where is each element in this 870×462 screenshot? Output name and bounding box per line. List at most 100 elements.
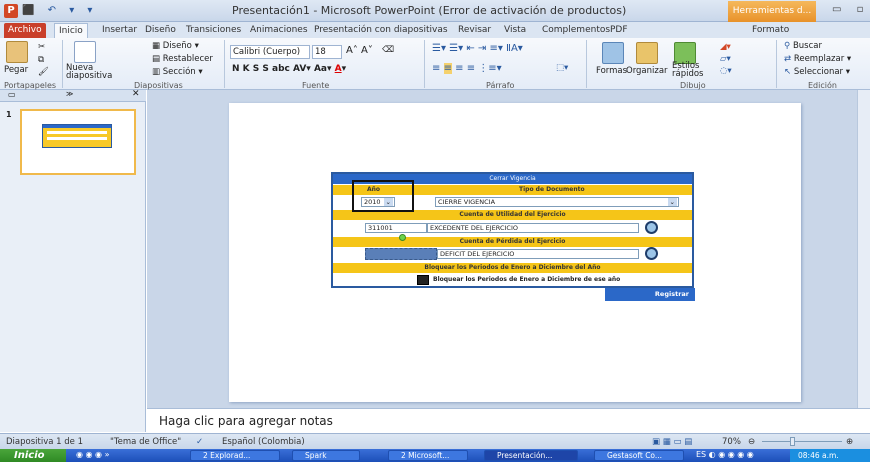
group-edicion: Edición bbox=[808, 81, 837, 90]
selected-shape[interactable] bbox=[365, 248, 437, 260]
profit-account-name[interactable]: EXCEDENTE DEL EJERCICIO bbox=[427, 223, 639, 233]
taskbar: Inicio ◉ ◉ ◉ » 2 Explorad... Spark 2 Mic… bbox=[0, 449, 870, 462]
reset-icon: ▤ bbox=[152, 54, 163, 64]
start-button[interactable]: Inicio bbox=[0, 449, 66, 462]
effects-icon[interactable]: ◌▾ bbox=[720, 66, 732, 76]
tab-insertar[interactable]: Insertar bbox=[102, 23, 137, 38]
language[interactable]: Español (Colombia) bbox=[222, 437, 305, 447]
slides-tab-icon[interactable]: ▭ bbox=[8, 90, 16, 99]
tab-archivo[interactable]: Archivo bbox=[4, 23, 46, 38]
group-dibujo: Dibujo bbox=[680, 81, 706, 90]
select-button[interactable]: ↖ Seleccionar ▾ bbox=[784, 67, 850, 77]
format-painter-icon[interactable]: 🖌 bbox=[38, 67, 49, 77]
outline-tab-icon[interactable]: ≫ bbox=[66, 90, 73, 98]
quick-access-toolbar[interactable]: ⬛ ↶ ▾ ▾ bbox=[22, 5, 97, 16]
search-loss-account-icon[interactable] bbox=[645, 247, 658, 260]
new-slide-icon[interactable] bbox=[74, 41, 96, 63]
close-icon[interactable]: ✕ bbox=[132, 89, 140, 99]
status-bar: Diapositiva 1 de 1 "Tema de Office" ✓ Es… bbox=[0, 433, 870, 449]
zoom-level[interactable]: 70% bbox=[722, 437, 741, 447]
tab-transiciones[interactable]: Transiciones bbox=[186, 23, 241, 38]
list-buttons[interactable]: ☰▾ ☰▾ ⇤ ⇥ ≡▾ ⅡA▾ bbox=[432, 43, 523, 54]
slide-thumbnail[interactable] bbox=[20, 109, 136, 175]
tab-vista[interactable]: Vista bbox=[504, 23, 526, 38]
font-color-icon[interactable]: A bbox=[335, 64, 342, 74]
clear-format-icon[interactable]: ⌫ bbox=[382, 45, 394, 55]
zoom-out-icon[interactable]: ⊖ bbox=[748, 437, 755, 447]
zoom-slider[interactable] bbox=[762, 441, 842, 442]
doc-type-select[interactable]: CIERRE VIGENCIA ⌄ bbox=[435, 197, 679, 207]
font-size-combo[interactable]: 18 bbox=[312, 45, 342, 59]
layout-button[interactable]: ▦ Diseño ▾ bbox=[152, 41, 199, 51]
tray-icons[interactable]: ES ◐ ◉ ◉ ◉ ◉ bbox=[696, 450, 754, 459]
task-presentacion[interactable]: Presentación... bbox=[484, 450, 578, 461]
smartart-icon[interactable]: ⬚▾ bbox=[556, 63, 568, 73]
cursor-icon: ↖ bbox=[784, 67, 794, 77]
reset-button[interactable]: ▤ Restablecer bbox=[152, 54, 213, 64]
zoom-thumb[interactable] bbox=[790, 437, 795, 446]
profit-account-code[interactable]: 311001 bbox=[365, 223, 427, 233]
powerpoint-app-icon[interactable]: P bbox=[4, 4, 18, 18]
thumbnail-header bbox=[43, 125, 111, 128]
new-slide-button[interactable]: Nueva diapositiva bbox=[66, 64, 112, 81]
spellcheck-icon[interactable]: ✓ bbox=[196, 437, 203, 447]
find-button[interactable]: ⚲ Buscar bbox=[784, 41, 822, 51]
search-profit-account-icon[interactable] bbox=[645, 221, 658, 234]
zoom-in-icon[interactable]: ⊕ bbox=[846, 437, 853, 447]
shapes-icon[interactable] bbox=[602, 42, 624, 64]
replace-button[interactable]: ⇄ Reemplazar ▾ bbox=[784, 54, 851, 64]
arrange-icon[interactable] bbox=[636, 42, 658, 64]
window-controls[interactable]: ▭ ▫ bbox=[832, 4, 869, 15]
view-buttons[interactable]: ▣ ▦ ▭ ▤ bbox=[652, 437, 692, 447]
separator bbox=[586, 40, 587, 88]
fill-icon[interactable]: ◢▾ bbox=[720, 42, 731, 52]
format-buttons[interactable]: N K S S abc AV▾ Aa▾ A▾ bbox=[232, 64, 346, 74]
layout-icon: ▦ bbox=[152, 41, 163, 51]
group-diapositivas: Diapositivas bbox=[134, 81, 183, 90]
contextual-tab-title[interactable]: Herramientas d... bbox=[728, 1, 816, 22]
task-explorer[interactable]: 2 Explorad... bbox=[190, 450, 280, 461]
task-gestasoft[interactable]: Gestasoft Co... bbox=[594, 450, 684, 461]
lock-periods-bar: Bloquear los Periodos de Enero a Diciemb… bbox=[333, 263, 692, 273]
quick-styles-button[interactable]: Estilos rápidos bbox=[672, 62, 712, 79]
quick-launch-icons[interactable]: ◉ ◉ ◉ » bbox=[76, 450, 109, 459]
tab-complementos[interactable]: Complementos bbox=[542, 23, 610, 38]
paste-icon[interactable] bbox=[6, 41, 28, 63]
arrange-button[interactable]: Organizar bbox=[626, 66, 668, 76]
tab-inicio[interactable]: Inicio bbox=[54, 23, 88, 38]
align-left-active[interactable]: ≡ bbox=[443, 63, 452, 74]
theme-name[interactable]: "Tema de Office" bbox=[110, 437, 181, 447]
tab-presentacion[interactable]: Presentación con diapositivas bbox=[314, 23, 448, 38]
separator bbox=[424, 40, 425, 88]
clock[interactable]: 08:46 a.m. bbox=[798, 451, 839, 460]
notes-pane[interactable]: Haga clic para agregar notas bbox=[147, 408, 870, 433]
loss-account-name[interactable]: DEFICIT DEL EJERCICIO bbox=[437, 249, 639, 259]
replace-label: Reemplazar bbox=[793, 54, 845, 64]
outline-icon[interactable]: ▱▾ bbox=[720, 54, 731, 64]
font-name-combo[interactable]: Calibri (Cuerpo) bbox=[230, 45, 310, 59]
tab-formato[interactable]: Formato bbox=[752, 23, 789, 38]
tab-diseno[interactable]: Diseño bbox=[145, 23, 176, 38]
register-button[interactable]: Registrar bbox=[605, 288, 695, 301]
tab-animaciones[interactable]: Animaciones bbox=[250, 23, 308, 38]
vertical-scrollbar[interactable] bbox=[857, 90, 870, 408]
align-buttons[interactable]: ≡ ≡ ≡ ≡ ⋮≡▾ bbox=[432, 63, 502, 74]
shapes-button[interactable]: Formas bbox=[596, 66, 627, 76]
task-spark[interactable]: Spark bbox=[292, 450, 360, 461]
task-microsoft[interactable]: 2 Microsoft... bbox=[388, 450, 468, 461]
cut-icon[interactable]: ✂ bbox=[38, 42, 45, 52]
replace-icon: ⇄ bbox=[784, 54, 794, 64]
layout-label: Diseño bbox=[162, 41, 192, 51]
paste-button[interactable]: Pegar bbox=[4, 65, 28, 75]
checkbox-icon[interactable] bbox=[417, 275, 429, 285]
slides-panel: ▭ ≫ ✕ 1 bbox=[0, 89, 146, 432]
tab-pdf[interactable]: PDF bbox=[610, 23, 628, 38]
copy-icon[interactable]: ⧉ bbox=[38, 55, 44, 65]
section-button[interactable]: ▥ Sección ▾ bbox=[152, 67, 203, 77]
ribbon-tabs: Archivo Inicio Insertar Diseño Transicio… bbox=[0, 22, 870, 38]
tab-revisar[interactable]: Revisar bbox=[458, 23, 491, 38]
doc-type-label: Tipo de Documento bbox=[519, 186, 585, 193]
grow-font-icon[interactable]: A˄ A˅ bbox=[346, 45, 373, 56]
rotate-handle-icon[interactable] bbox=[399, 234, 406, 241]
binoculars-icon: ⚲ bbox=[784, 41, 793, 51]
